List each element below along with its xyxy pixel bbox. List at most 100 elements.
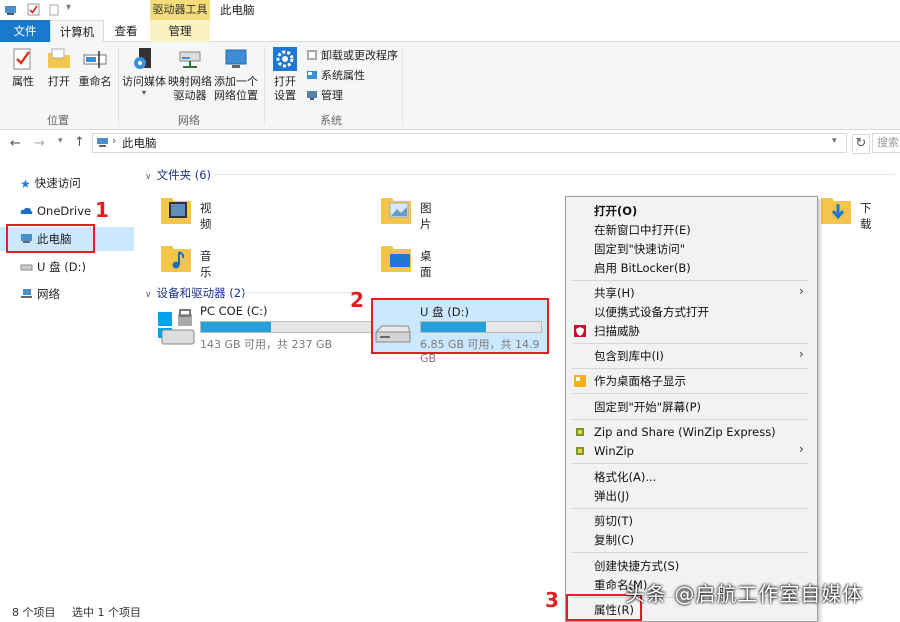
menu-item-open-portable[interactable]: 以便携式设备方式打开 [594, 303, 709, 321]
properties-icon [13, 48, 31, 70]
add-network-location-button[interactable]: 添加一个 网络位置 [213, 46, 259, 103]
menu-item-create-shortcut[interactable]: 创建快捷方式(S) [594, 557, 679, 575]
ribbon-separator [264, 46, 265, 126]
uninstall-label: 卸载或更改程序 [321, 49, 398, 62]
menu-item-bitlocker[interactable]: 启用 BitLocker(B) [594, 259, 691, 277]
access-media-button[interactable]: 访问媒体 ▾ [121, 46, 167, 97]
tab-view[interactable]: 查看 [106, 20, 146, 42]
search-input[interactable]: 搜索 [872, 133, 900, 153]
open-settings-button[interactable]: 打开 设置 [268, 46, 302, 103]
network-group-label: 网络 [178, 114, 200, 127]
open-settings-label-2: 设置 [274, 89, 296, 102]
map-drive-button[interactable]: 映射网络 驱动器 [167, 46, 213, 103]
menu-item-pin-quick-access[interactable]: 固定到"快速访问" [594, 240, 685, 258]
drive-usage-bar [200, 321, 378, 333]
add-network-location-icon [225, 49, 247, 68]
nav-item-label: OneDrive [37, 204, 92, 218]
annotation-number-2: 2 [350, 288, 364, 312]
window-title: 此电脑 [220, 3, 255, 17]
breadcrumb-chevron-icon[interactable]: › [112, 134, 116, 147]
address-dropdown-icon[interactable]: ▾ [832, 136, 837, 146]
tab-manage[interactable]: 管理 [150, 20, 210, 42]
properties-label: 属性 [12, 75, 34, 88]
menu-separator [572, 508, 808, 509]
new-folder-icon[interactable] [48, 3, 61, 16]
submenu-arrow-icon: › [799, 284, 804, 298]
nav-item-label: 快速访问 [34, 176, 81, 190]
nav-item-usb-drive[interactable]: U 盘 (D:) [20, 257, 86, 277]
menu-separator [572, 343, 808, 344]
submenu-arrow-icon: › [799, 442, 804, 456]
gear-icon [273, 47, 297, 71]
menu-item-open-new-window[interactable]: 在新窗口中打开(E) [594, 221, 691, 239]
network-drive-icon [179, 51, 201, 68]
open-settings-label-1: 打开 [274, 75, 296, 88]
up-arrow-icon[interactable]: ↑ [74, 135, 85, 150]
this-pc-icon [97, 138, 108, 147]
nav-item-quick-access[interactable]: ★ 快速访问 [20, 173, 81, 193]
system-properties-button[interactable]: 系统属性 [306, 68, 365, 84]
nav-item-network[interactable]: 网络 [20, 284, 60, 304]
menu-separator [572, 463, 808, 464]
system-drive-icon [158, 309, 195, 345]
devices-header-label: 设备和驱动器 (2) [156, 286, 246, 300]
uninstall-program-button[interactable]: 卸载或更改程序 [306, 48, 398, 64]
nav-item-onedrive[interactable]: OneDrive [20, 201, 91, 221]
drive-space-text: 143 GB 可用，共 237 GB [200, 338, 333, 351]
pictures-folder-icon [381, 198, 411, 224]
menu-separator [572, 280, 808, 281]
menu-separator [572, 419, 808, 420]
menu-item-winzip[interactable]: WinZip [594, 442, 634, 460]
address-bar[interactable] [92, 133, 847, 153]
desktop-tile-icon [574, 375, 586, 387]
rename-button[interactable]: 重命名 [76, 46, 114, 89]
menu-item-include-library[interactable]: 包含到库中(I) [594, 347, 664, 365]
menu-item-copy[interactable]: 复制(C) [594, 531, 634, 549]
open-button[interactable]: 打开 [42, 46, 76, 89]
system-properties-label: 系统属性 [321, 69, 365, 82]
forward-arrow-icon[interactable]: → [34, 136, 45, 151]
annotation-box-usb-drive [371, 298, 549, 354]
folder-name: 下载 [860, 201, 872, 231]
section-divider [215, 174, 895, 175]
menu-item-desktop-tile[interactable]: 作为桌面格子显示 [594, 372, 686, 390]
shield-icon [574, 325, 586, 337]
devices-section-header[interactable]: ∨ 设备和驱动器 (2) [145, 285, 246, 301]
menu-item-open[interactable]: 打开(O) [594, 202, 637, 220]
qat-dropdown-icon[interactable]: ▾ [66, 2, 71, 13]
music-folder-icon [161, 246, 191, 272]
access-media-label: 访问媒体 [122, 75, 166, 88]
system-group-label: 系统 [320, 114, 342, 127]
properties-button[interactable]: 属性 [6, 46, 40, 89]
nav-item-label: U 盘 (D:) [37, 260, 86, 274]
menu-item-winzip-express[interactable]: Zip and Share (WinZip Express) [594, 423, 776, 441]
folders-section-header[interactable]: ∨ 文件夹 (6) [145, 167, 211, 183]
menu-item-pin-start[interactable]: 固定到"开始"屏幕(P) [594, 398, 701, 416]
system-properties-icon [307, 71, 317, 79]
manage-button[interactable]: 管理 [306, 88, 343, 104]
ribbon-separator [402, 46, 403, 126]
menu-item-cut[interactable]: 剪切(T) [594, 512, 633, 530]
open-folder-icon [48, 48, 70, 68]
watermark: 头条 @启航工作室自媒体 [625, 582, 864, 606]
tab-computer[interactable]: 计算机 [50, 20, 104, 43]
tab-file[interactable]: 文件 [0, 20, 50, 42]
folder-name: 视频 [200, 201, 212, 231]
drive-tools-context-label: 驱动器工具 [150, 0, 210, 20]
menu-item-share[interactable]: 共享(H) [594, 284, 635, 302]
drive-item-c[interactable]: PC COE (C:) 143 GB 可用，共 237 GB [156, 304, 378, 352]
menu-item-eject[interactable]: 弹出(J) [594, 487, 629, 505]
annotation-box-this-pc [6, 224, 95, 253]
menu-item-format[interactable]: 格式化(A)... [594, 468, 656, 486]
annotation-number-3: 3 [545, 588, 559, 612]
properties-check-icon[interactable] [27, 3, 40, 16]
back-arrow-icon[interactable]: ← [10, 136, 21, 151]
menu-item-scan-threats[interactable]: 扫描威胁 [594, 322, 640, 340]
media-icon [134, 48, 151, 69]
downloads-folder-icon [821, 198, 851, 224]
folder-name: 音乐 [200, 249, 212, 279]
refresh-icon[interactable]: ↻ [852, 134, 870, 154]
address-path[interactable]: 此电脑 [122, 135, 157, 151]
recent-locations-dropdown-icon[interactable]: ▾ [58, 136, 63, 146]
rename-icon [83, 51, 107, 68]
